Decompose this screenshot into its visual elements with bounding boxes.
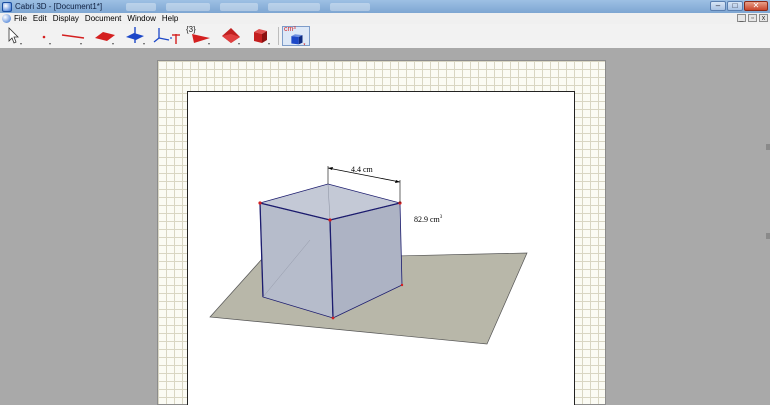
volume-value: 82.9 cm [414, 215, 441, 224]
vertex-point[interactable] [400, 283, 404, 287]
vertex-point[interactable] [328, 218, 332, 222]
3d-scene[interactable]: 4.4 cm 82.9 cm3 [0, 0, 770, 405]
vertex-point[interactable] [258, 201, 262, 205]
volume-label[interactable]: 82.9 cm3 [414, 215, 443, 224]
edge-length-label[interactable]: 4.4 cm [351, 165, 374, 174]
volume-unit-superscript: 3 [440, 215, 443, 220]
vertex-point[interactable] [331, 316, 335, 320]
